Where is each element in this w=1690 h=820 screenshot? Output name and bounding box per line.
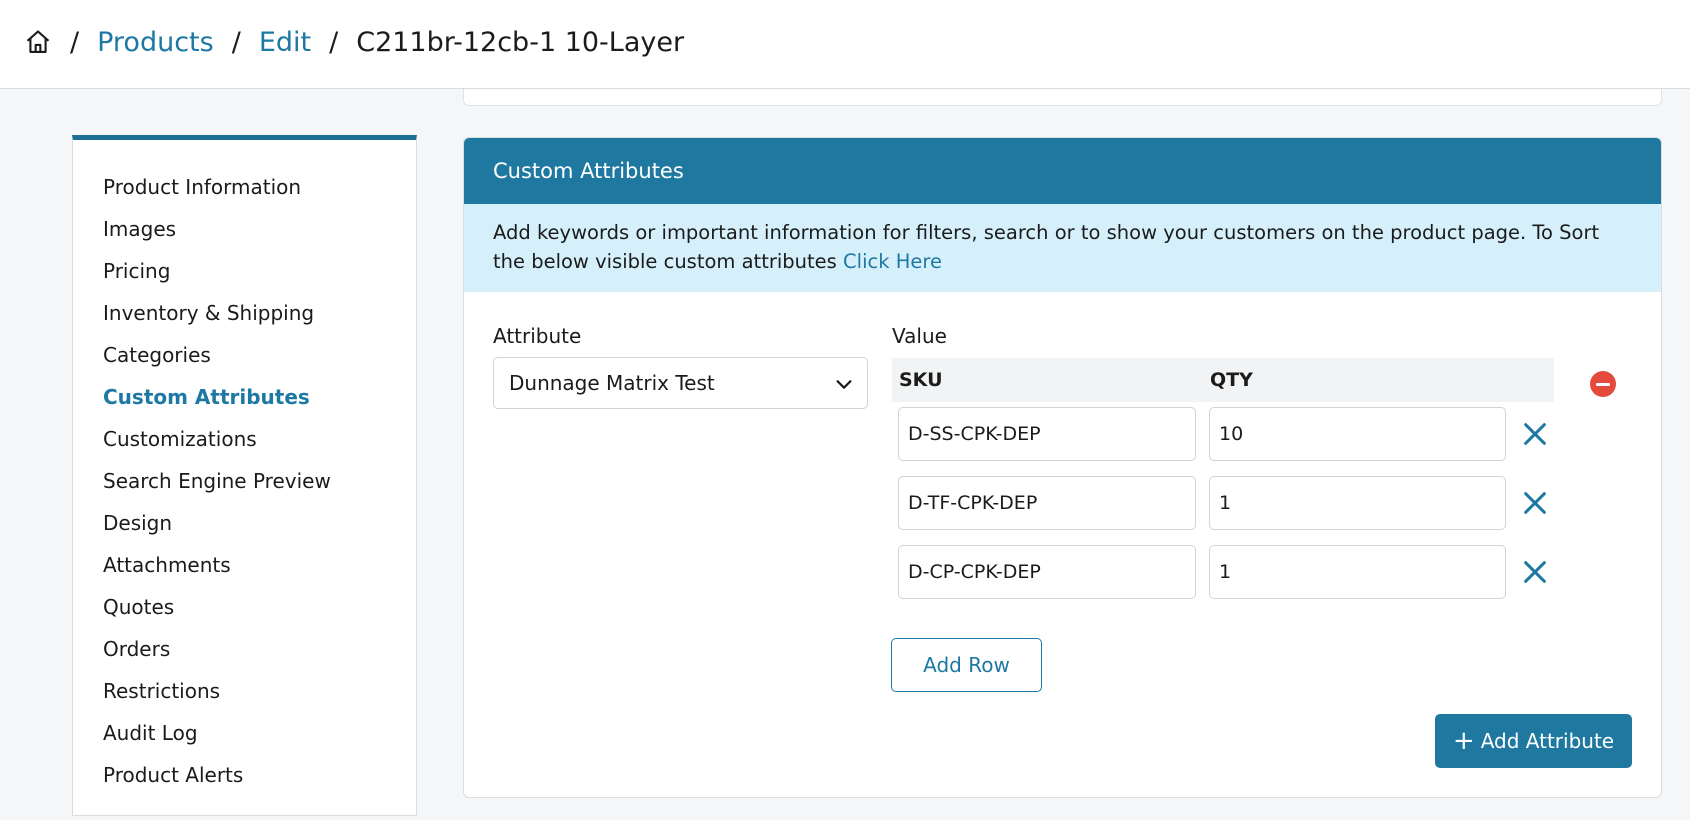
remove-attribute-icon[interactable] <box>1590 371 1616 397</box>
qty-input[interactable]: 1 <box>1209 545 1506 599</box>
card-title: Custom Attributes <box>464 138 1661 204</box>
sidebar-item-product-alerts[interactable]: Product Alerts <box>73 754 416 796</box>
close-icon[interactable] <box>1521 420 1549 448</box>
info-banner: Add keywords or important information fo… <box>464 204 1661 292</box>
breadcrumb-separator: / <box>231 26 241 58</box>
add-row-button[interactable]: Add Row <box>891 638 1042 692</box>
plus-icon: + <box>1452 726 1475 756</box>
previous-card-edge <box>463 89 1662 106</box>
sidebar-item-customizations[interactable]: Customizations <box>73 418 416 460</box>
sidebar-item-search-engine-preview[interactable]: Search Engine Preview <box>73 460 416 502</box>
top-bar: / Products / Edit / C211br-12cb-1 10-Lay… <box>0 0 1690 89</box>
sidebar-item-product-information[interactable]: Product Information <box>73 166 416 208</box>
breadcrumb-current: C211br-12cb-1 10-Layer <box>356 26 685 58</box>
add-attribute-label: Add Attribute <box>1480 729 1615 753</box>
sort-click-here-link[interactable]: Click Here <box>843 250 942 273</box>
value-table-header: SKU QTY <box>892 358 1554 402</box>
sidebar-nav: Product Information Images Pricing Inven… <box>72 135 417 816</box>
value-label: Value <box>892 324 947 348</box>
sku-input[interactable]: D-CP-CPK-DEP <box>898 545 1196 599</box>
sidebar-item-design[interactable]: Design <box>73 502 416 544</box>
attribute-select[interactable]: Dunnage Matrix Test <box>493 357 868 409</box>
close-icon[interactable] <box>1521 558 1549 586</box>
qty-column-header: QTY <box>1210 369 1253 391</box>
sidebar-item-pricing[interactable]: Pricing <box>73 250 416 292</box>
close-icon[interactable] <box>1521 489 1549 517</box>
sidebar-item-attachments[interactable]: Attachments <box>73 544 416 586</box>
breadcrumb-separator: / <box>70 26 80 58</box>
sku-column-header: SKU <box>899 369 943 391</box>
chevron-down-icon <box>836 380 852 389</box>
sidebar-item-inventory-shipping[interactable]: Inventory & Shipping <box>73 292 416 334</box>
breadcrumb-edit-link[interactable]: Edit <box>259 27 311 58</box>
breadcrumb: / Products / Edit / C211br-12cb-1 10-Lay… <box>24 22 684 62</box>
sidebar-item-images[interactable]: Images <box>73 208 416 250</box>
attribute-select-value: Dunnage Matrix Test <box>509 371 715 395</box>
add-attribute-button[interactable]: + Add Attribute <box>1435 714 1632 768</box>
qty-input[interactable]: 1 <box>1209 476 1506 530</box>
sku-input[interactable]: D-TF-CPK-DEP <box>898 476 1196 530</box>
sidebar-item-custom-attributes[interactable]: Custom Attributes <box>73 376 416 418</box>
home-icon[interactable] <box>24 28 52 56</box>
qty-input[interactable]: 10 <box>1209 407 1506 461</box>
breadcrumb-separator: / <box>329 26 339 58</box>
sku-input[interactable]: D-SS-CPK-DEP <box>898 407 1196 461</box>
sidebar-item-categories[interactable]: Categories <box>73 334 416 376</box>
sidebar-item-orders[interactable]: Orders <box>73 628 416 670</box>
breadcrumb-products-link[interactable]: Products <box>97 27 214 58</box>
sidebar-item-restrictions[interactable]: Restrictions <box>73 670 416 712</box>
custom-attributes-card: Custom Attributes Add keywords or import… <box>463 137 1662 798</box>
info-text: Add keywords or important information fo… <box>493 221 1600 273</box>
sidebar-item-quotes[interactable]: Quotes <box>73 586 416 628</box>
sidebar-item-audit-log[interactable]: Audit Log <box>73 712 416 754</box>
attribute-label: Attribute <box>493 324 582 348</box>
